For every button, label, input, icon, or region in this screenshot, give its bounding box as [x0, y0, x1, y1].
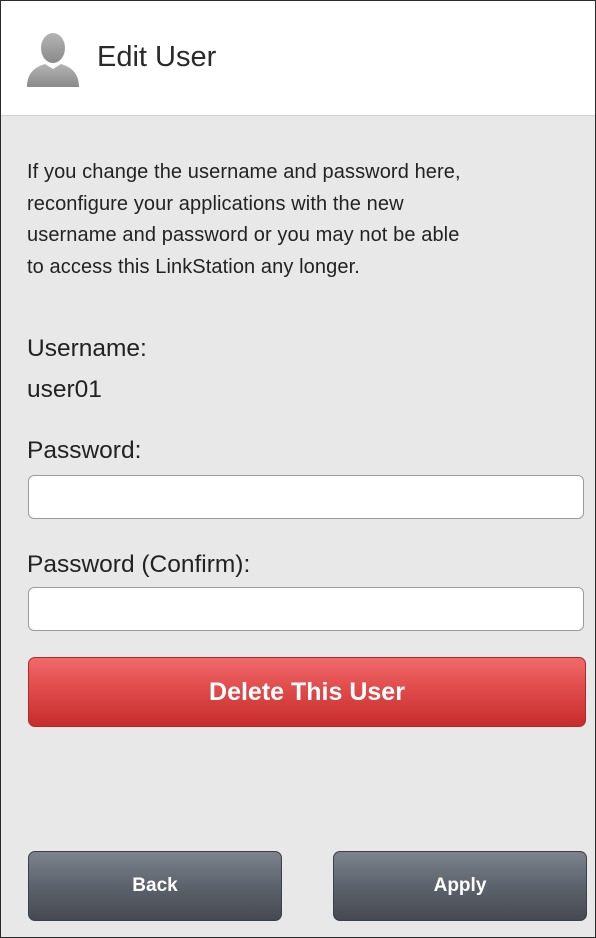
- back-button[interactable]: Back: [28, 851, 282, 921]
- username-value: user01: [27, 376, 102, 403]
- warning-line: username and password or you may not be …: [27, 224, 460, 246]
- warning-line: to access this LinkStation any longer.: [27, 255, 360, 278]
- password-label: Password:: [27, 437, 142, 464]
- page-title: Edit User: [97, 41, 217, 73]
- warning-message: If you change the username and password …: [27, 157, 575, 283]
- username-label: Username:: [27, 335, 147, 362]
- password-confirm-label: Password (Confirm):: [27, 551, 251, 578]
- header-bar: Edit User: [1, 1, 595, 116]
- user-silhouette-icon: [27, 33, 79, 87]
- delete-user-button[interactable]: Delete This User: [28, 657, 586, 727]
- password-confirm-field[interactable]: [28, 587, 584, 631]
- warning-line: If you change the username and password …: [27, 161, 461, 183]
- apply-button[interactable]: Apply: [333, 851, 587, 921]
- password-field[interactable]: [28, 475, 584, 519]
- edit-user-screen: Edit User If you change the username and…: [0, 0, 596, 938]
- warning-line: reconfigure your applications with the n…: [27, 192, 404, 215]
